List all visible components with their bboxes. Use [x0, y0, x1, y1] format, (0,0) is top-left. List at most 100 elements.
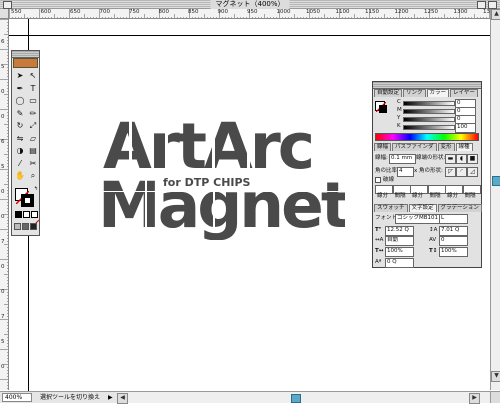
tab-autosettings[interactable]: 自動設定: [374, 89, 403, 97]
tab-links[interactable]: リンク: [403, 89, 426, 97]
color-stroke-box[interactable]: [379, 105, 387, 113]
square-cap-icon[interactable]: ■: [467, 154, 478, 164]
black-slider[interactable]: [403, 125, 455, 130]
scroll-up-icon[interactable]: ▲: [491, 9, 500, 20]
close-box[interactable]: [3, 1, 12, 9]
tab-pathfinder[interactable]: パスファインダ: [392, 143, 437, 151]
tab-color[interactable]: カラー: [426, 89, 450, 97]
zoom-box[interactable]: [477, 1, 486, 9]
zoom-tool-icon[interactable]: ⌕: [27, 171, 39, 181]
artwork-logo[interactable]: ArtArc Magnet for DTP CHIPS: [95, 110, 345, 240]
color-stroke-character-panel[interactable]: 自動設定 リンク カラー レイヤー C 0 M 0 Y 0 K 100 線幅 パ…: [372, 81, 482, 268]
gradient-tool-icon[interactable]: ▤: [27, 146, 39, 156]
collapse-box[interactable]: [488, 1, 497, 9]
hand-tool-icon[interactable]: ✋: [14, 171, 26, 181]
status-text[interactable]: 選択ツールを切り換え: [40, 392, 100, 403]
blend-tool-icon[interactable]: ◑: [14, 146, 26, 156]
butt-cap-icon[interactable]: ▬: [445, 154, 456, 164]
direct-select-tool-icon[interactable]: ↖: [27, 71, 39, 81]
tab-layers[interactable]: レイヤー: [450, 89, 478, 97]
tab-stroke-style[interactable]: 線種: [455, 143, 473, 151]
bevel-join-icon[interactable]: ◿: [467, 167, 478, 177]
screen-mode-standard[interactable]: [14, 223, 21, 230]
round-cap-icon[interactable]: ◖: [456, 154, 467, 164]
ruler-number: 1200: [394, 9, 409, 15]
scroll-down-icon[interactable]: ▼: [491, 371, 500, 382]
ruler-number: 900: [217, 9, 229, 15]
window-title: マグネット（400%）: [210, 0, 290, 9]
stroke-swatch[interactable]: [21, 194, 34, 207]
tab-swatches[interactable]: スウォッチ: [374, 204, 408, 212]
ruler-number: 0: [1, 289, 5, 295]
pencil-tool-icon[interactable]: ✏: [27, 109, 39, 119]
font-style-field[interactable]: L: [439, 214, 468, 224]
scale-tool-icon[interactable]: ⤢: [27, 121, 39, 131]
scissors-tool-icon[interactable]: ✂: [27, 159, 39, 169]
tab-transform[interactable]: 変形: [437, 143, 455, 151]
tab-character[interactable]: 文字設定: [408, 204, 437, 212]
logo-tagline[interactable]: for DTP CHIPS: [163, 176, 251, 189]
resize-grip-icon[interactable]: [490, 391, 500, 403]
miter-field[interactable]: 4: [397, 167, 414, 177]
window-titlebar[interactable]: マグネット（400%）: [0, 0, 500, 9]
screen-mode-full-menu[interactable]: [22, 223, 29, 230]
status-menu-chevron-icon[interactable]: ▶: [108, 392, 113, 403]
stroke-tabs: 線幅 パスファインダ 変形 線種: [374, 143, 474, 151]
select-arrow-tool-icon[interactable]: ➤: [14, 71, 26, 81]
adobe-flower-icon[interactable]: [13, 58, 38, 68]
color-spectrum[interactable]: [375, 133, 479, 141]
panel-titlebar[interactable]: [373, 82, 481, 89]
text-tool-icon[interactable]: T: [27, 84, 39, 94]
cyan-slider[interactable]: [403, 101, 455, 106]
horizontal-scrollbar[interactable]: ◀ ▶: [117, 391, 490, 404]
kerning-field[interactable]: 0: [439, 236, 468, 246]
vertical-scale-field[interactable]: 100%: [439, 247, 468, 257]
ruler-number: 0: [1, 214, 5, 220]
round-join-icon[interactable]: ◜: [456, 167, 467, 177]
leading-field[interactable]: 7.01 Q: [439, 226, 468, 236]
ruler-number: 950: [247, 9, 258, 15]
yellow-slider[interactable]: [403, 117, 455, 122]
baseline-shift-field[interactable]: 0 Q: [385, 258, 414, 268]
font-family-field[interactable]: ゴシックMB101: [395, 214, 440, 224]
black-value[interactable]: 100: [455, 123, 476, 133]
paintbrush-tool-icon[interactable]: ✎: [14, 109, 26, 119]
color-mode-icon[interactable]: [15, 211, 22, 218]
reflect-tool-icon[interactable]: ⇋: [14, 134, 26, 144]
dashed-label: 破線: [383, 177, 395, 183]
stroke-weight-field[interactable]: 0.1 mm: [389, 154, 416, 164]
miter-join-icon[interactable]: ◸: [445, 167, 456, 177]
pen-tool-icon[interactable]: ✒: [14, 84, 26, 94]
font-size-field[interactable]: 12.52 Q: [385, 226, 414, 236]
ruler-number: 0: [1, 89, 5, 95]
rectangle-tool-icon[interactable]: ▭: [27, 96, 39, 106]
toolbox-palette[interactable]: ➤ ↖ ✒ T ◯ ▭ ✎ ✏ ↻ ⤢ ⇋ ▱ ◑ ▤ ⁄ ✂ ✋ ⌕ ↰: [11, 50, 40, 236]
zoom-level-field[interactable]: 400%: [2, 393, 32, 402]
toolbox-titlebar[interactable]: [12, 51, 39, 58]
vertical-scroll-thumb[interactable]: [492, 176, 500, 186]
horizontal-scale-field[interactable]: 100%: [385, 247, 414, 257]
none-mode-icon[interactable]: [31, 211, 40, 228]
gradient-mode-icon[interactable]: [23, 211, 30, 218]
ruler-number: 5: [1, 339, 5, 345]
tab-stroke-weight[interactable]: 線幅: [374, 143, 392, 151]
magenta-slider[interactable]: [403, 109, 455, 114]
swap-icon[interactable]: ↰: [34, 187, 39, 192]
tab-gradient[interactable]: グラデーション: [437, 204, 482, 212]
ruler-number: 7: [1, 239, 5, 245]
stroke-weight-label: 線幅:: [375, 155, 388, 161]
dash-label: 線分: [377, 193, 389, 199]
shear-tool-icon[interactable]: ▱: [27, 134, 39, 144]
ruler-number: 0: [1, 114, 5, 120]
vertical-scrollbar[interactable]: ▲ ▼: [490, 9, 500, 390]
ellipse-tool-icon[interactable]: ◯: [14, 96, 26, 106]
rotate-tool-icon[interactable]: ↻: [14, 121, 26, 131]
ruler-origin[interactable]: [0, 9, 9, 19]
tracking-field[interactable]: 自動: [385, 236, 414, 246]
dashed-checkbox[interactable]: [375, 177, 381, 183]
eyedropper-tool-icon[interactable]: ⁄: [14, 159, 26, 169]
scroll-left-icon[interactable]: ◀: [117, 393, 128, 404]
scroll-right-icon[interactable]: ▶: [469, 393, 480, 404]
screen-mode-full[interactable]: [30, 223, 37, 230]
horizontal-scroll-thumb[interactable]: [291, 394, 301, 403]
